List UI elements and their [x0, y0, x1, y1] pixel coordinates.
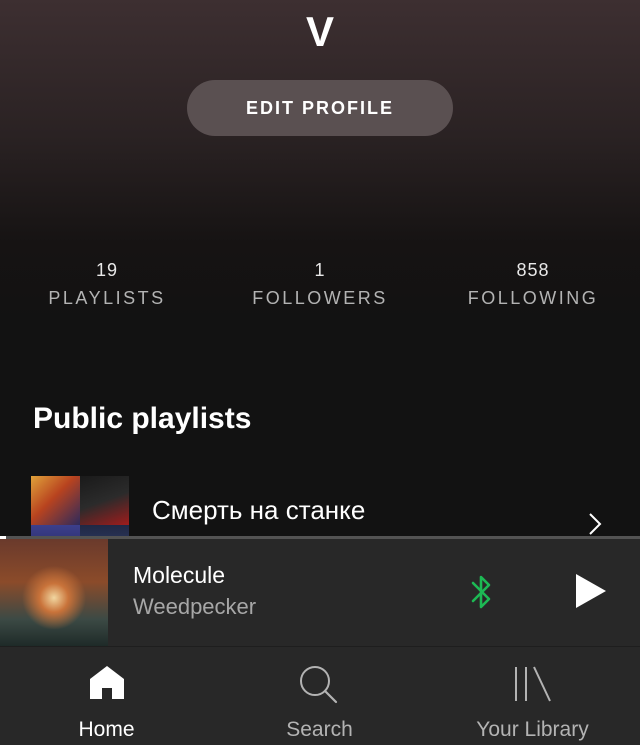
- cover-tile: [80, 525, 129, 536]
- stat-following-count: 858: [516, 260, 550, 280]
- playlist-name: Смерть на станке: [152, 495, 366, 525]
- stat-playlists[interactable]: 19 PLAYLISTS: [7, 258, 207, 314]
- tab-search[interactable]: Search: [213, 647, 426, 745]
- play-icon[interactable]: [570, 571, 610, 611]
- stat-playlists-label: PLAYLISTS: [48, 288, 166, 308]
- playlist-row[interactable]: Смерть на станке: [0, 476, 640, 540]
- tab-home[interactable]: Home: [0, 647, 213, 745]
- cover-tile: [31, 476, 80, 525]
- now-playing-bar[interactable]: Molecule Weedpecker: [0, 536, 640, 646]
- stat-following-label: FOLLOWING: [467, 288, 599, 308]
- chevron-right-icon: [589, 513, 602, 535]
- stat-followers-count: 1: [314, 260, 326, 280]
- cover-tile: [80, 476, 129, 525]
- tab-home-label: Home: [78, 718, 135, 741]
- now-playing-artist: Weedpecker: [133, 594, 257, 619]
- tab-your-library-label: Your Library: [476, 718, 589, 741]
- edit-profile-button[interactable]: EDIT PROFILE: [187, 80, 453, 136]
- cover-tile: [31, 525, 80, 536]
- tab-search-label: Search: [286, 718, 353, 741]
- search-icon: [300, 666, 338, 704]
- profile-header: V EDIT PROFILE 19 PLAYLISTS 1 FOLLOWERS …: [0, 0, 640, 540]
- bottom-tab-bar: Home Search Your Library: [0, 646, 640, 745]
- library-icon: [515, 666, 551, 702]
- tab-your-library[interactable]: Your Library: [426, 647, 639, 745]
- public-playlists-title: Public playlists: [33, 402, 252, 435]
- now-playing-artwork: [0, 539, 108, 646]
- now-playing-title: Molecule: [133, 562, 226, 588]
- bluetooth-icon[interactable]: [467, 572, 495, 612]
- stat-followers-label: FOLLOWERS: [252, 288, 388, 308]
- stat-playlists-count: 19: [95, 260, 119, 280]
- profile-username: V: [305, 8, 334, 55]
- stat-following[interactable]: 858 FOLLOWING: [433, 258, 633, 314]
- home-icon: [90, 666, 124, 699]
- stat-followers[interactable]: 1 FOLLOWERS: [220, 258, 420, 314]
- profile-stats: 19 PLAYLISTS 1 FOLLOWERS 858 FOLLOWING: [0, 258, 640, 318]
- playlist-cover: [31, 476, 129, 536]
